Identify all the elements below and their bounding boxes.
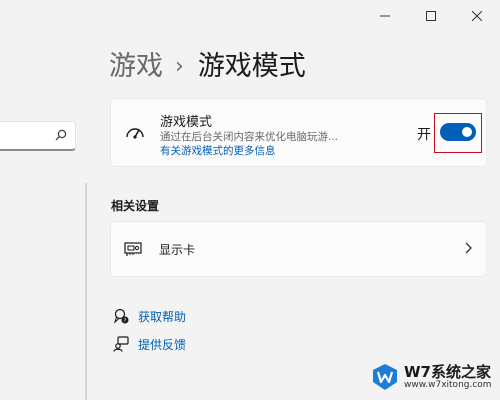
navigation-pane xyxy=(0,0,86,400)
graphics-card-item[interactable]: 显示卡 xyxy=(110,221,487,277)
breadcrumb: 游戏 › 游戏模式 xyxy=(109,49,306,85)
minimize-icon xyxy=(380,15,390,17)
get-help-link[interactable]: ? 获取帮助 xyxy=(112,307,186,325)
graphics-card-label: 显示卡 xyxy=(159,243,196,257)
game-mode-description: 通过在后台关闭内容来优化电脑玩游... xyxy=(160,131,339,143)
related-settings-heading: 相关设置 xyxy=(111,199,160,213)
search-input[interactable] xyxy=(0,121,76,151)
watermark-url: www.w7xitong.com xyxy=(404,379,492,390)
breadcrumb-parent[interactable]: 游戏 xyxy=(109,49,163,85)
maximize-button[interactable] xyxy=(408,0,454,32)
feedback-label: 提供反馈 xyxy=(138,337,187,352)
search-icon xyxy=(55,129,67,141)
game-mode-toggle[interactable] xyxy=(440,123,476,141)
close-icon xyxy=(472,11,482,21)
toggle-state-label: 开 xyxy=(417,127,431,143)
svg-text:?: ? xyxy=(124,318,127,324)
watermark-logo xyxy=(373,364,397,390)
breadcrumb-separator: › xyxy=(175,54,184,79)
watermark: W7系统之家 www.w7xitong.com xyxy=(370,361,494,393)
maximize-icon xyxy=(426,11,436,21)
window-controls xyxy=(362,0,500,32)
feedback-link[interactable]: 提供反馈 xyxy=(112,335,186,353)
close-button[interactable] xyxy=(454,0,500,32)
game-mode-title: 游戏模式 xyxy=(160,115,213,130)
toggle-knob xyxy=(462,127,472,137)
chevron-right-icon xyxy=(465,242,472,254)
graphics-card-icon xyxy=(124,242,142,256)
get-help-label: 获取帮助 xyxy=(138,309,187,324)
minimize-button[interactable] xyxy=(362,0,408,32)
page-title: 游戏模式 xyxy=(197,51,306,82)
game-mode-card: 游戏模式 通过在后台关闭内容来优化电脑玩游... 有关游戏模式的更多信息 开 xyxy=(110,98,487,167)
watermark-name: W7系统之家 xyxy=(404,362,491,381)
gauge-icon xyxy=(126,128,144,139)
pane-divider xyxy=(85,183,87,400)
help-icon: ? xyxy=(112,307,130,325)
game-mode-learn-more-link[interactable]: 有关游戏模式的更多信息 xyxy=(160,143,276,158)
feedback-icon xyxy=(112,335,130,353)
